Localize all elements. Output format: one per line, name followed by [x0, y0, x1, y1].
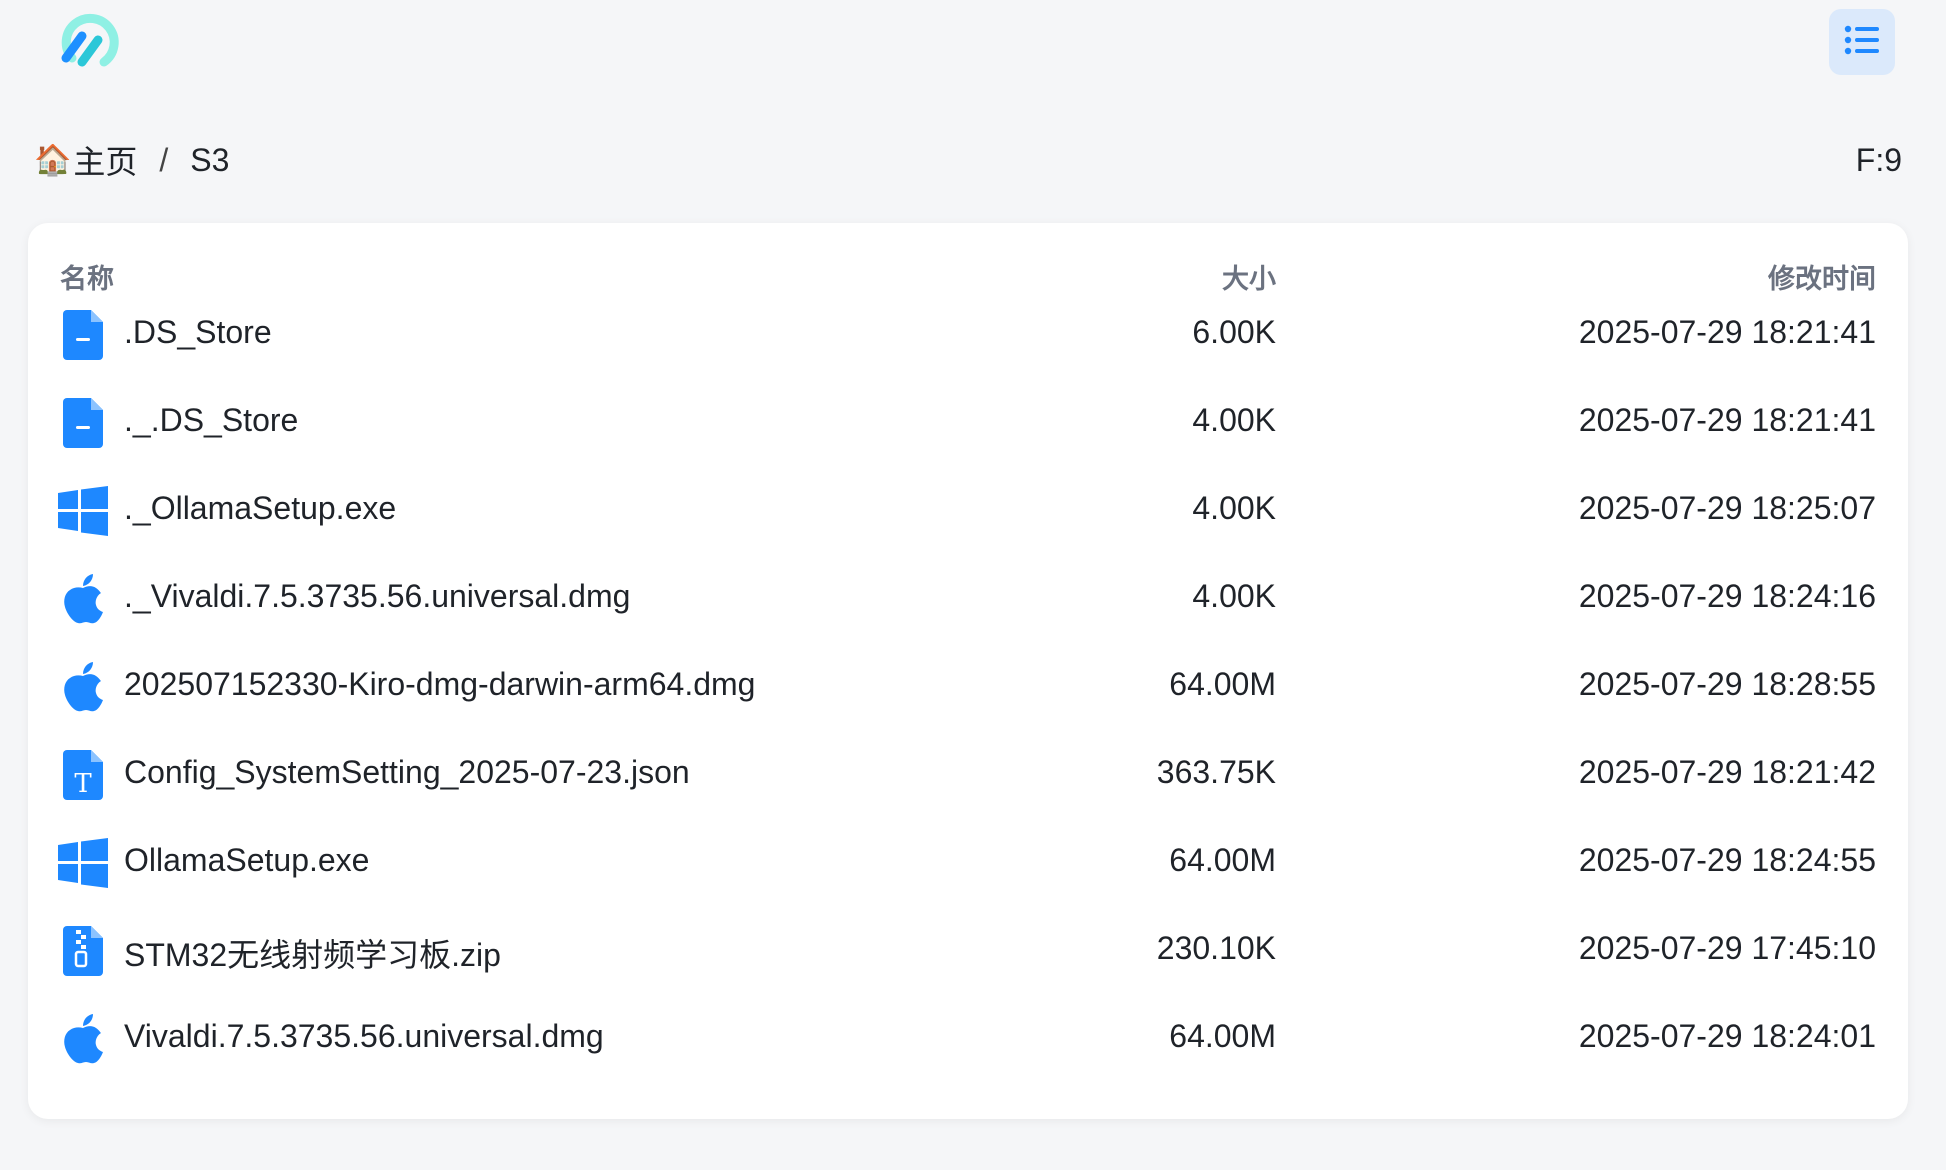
table-row[interactable]: OllamaSetup.exe 64.00M 2025-07-29 18:24:55 — [28, 820, 1908, 908]
text-file-icon: T — [58, 750, 108, 800]
list-view-button[interactable] — [1829, 9, 1895, 75]
home-icon[interactable]: 🏠 — [34, 143, 71, 178]
table-row[interactable]: Vivaldi.7.5.3735.56.universal.dmg 64.00M 2… — [28, 996, 1908, 1084]
apple-icon — [58, 574, 108, 624]
file-name[interactable]: ._.DS_Store — [124, 402, 298, 439]
windows-icon — [58, 838, 108, 888]
file-modified: 2025-07-29 18:24:55 — [1578, 842, 1876, 878]
breadcrumb-home[interactable]: 主页 — [73, 137, 137, 183]
apple-icon — [58, 662, 108, 712]
table-row[interactable]: ._.DS_Store 4.00K 2025-07-29 18:21:41 — [28, 380, 1908, 468]
breadcrumb-current[interactable]: S3 — [190, 142, 229, 179]
brand-logo-icon[interactable] — [52, 6, 124, 78]
zip-file-icon — [58, 926, 108, 976]
file-size: 6.00K — [1192, 314, 1276, 350]
file-name[interactable]: .DS_Store — [124, 314, 272, 351]
windows-icon — [58, 486, 108, 536]
file-size: 64.00M — [1169, 842, 1276, 878]
file-size: 4.00K — [1192, 402, 1276, 438]
file-modified: 2025-07-29 18:28:55 — [1578, 666, 1876, 702]
file-icon — [58, 310, 108, 360]
table-row[interactable]: STM32无线射频学习板.zip 230.10K 2025-07-29 17:45:… — [28, 908, 1908, 996]
file-name[interactable]: 202507152330-Kiro-dmg-darwin-arm64.dmg — [124, 666, 755, 703]
file-size: 230.10K — [1156, 930, 1276, 966]
column-header-name[interactable]: 名称 — [60, 257, 114, 296]
file-modified: 2025-07-29 17:45:10 — [1578, 930, 1876, 966]
file-name[interactable]: OllamaSetup.exe — [124, 842, 369, 879]
column-header-size[interactable]: 大小 — [1222, 257, 1276, 296]
breadcrumb: 🏠 主页 / S3 — [34, 138, 229, 182]
file-modified: 2025-07-29 18:21:42 — [1578, 754, 1876, 790]
file-modified: 2025-07-29 18:21:41 — [1578, 314, 1876, 350]
table-row[interactable]: .DS_Store 6.00K 2025-07-29 18:21:41 — [28, 292, 1908, 380]
table-row[interactable]: ._OllamaSetup.exe 4.00K 2025-07-29 18:25:0… — [28, 468, 1908, 556]
table-row[interactable]: ._Vivaldi.7.5.3735.56.universal.dmg 4.00K… — [28, 556, 1908, 644]
file-list-card: 名称 大小 修改时间 .DS_Store 6.00K 2025-07-29 18:2… — [28, 223, 1908, 1119]
file-name[interactable]: ._OllamaSetup.exe — [124, 490, 396, 527]
table-row[interactable]: T Config_SystemSetting_2025-07-23.json 363… — [28, 732, 1908, 820]
file-size: 363.75K — [1156, 754, 1276, 790]
file-size: 64.00M — [1169, 1018, 1276, 1054]
apple-icon — [58, 1014, 108, 1064]
file-modified: 2025-07-29 18:24:01 — [1578, 1018, 1876, 1054]
table-row[interactable]: 202507152330-Kiro-dmg-darwin-arm64.dmg 64… — [28, 644, 1908, 732]
file-modified: 2025-07-29 18:24:16 — [1578, 578, 1876, 614]
file-icon — [58, 398, 108, 448]
file-name[interactable]: Config_SystemSetting_2025-07-23.json — [124, 754, 690, 791]
file-name[interactable]: Vivaldi.7.5.3735.56.universal.dmg — [124, 1018, 604, 1055]
file-size: 64.00M — [1169, 666, 1276, 702]
file-count: F:9 — [1855, 142, 1902, 178]
file-size: 4.00K — [1192, 578, 1276, 614]
column-header-modified[interactable]: 修改时间 — [1768, 257, 1876, 296]
svg-text:T: T — [74, 769, 92, 799]
file-modified: 2025-07-29 18:25:07 — [1578, 490, 1876, 526]
breadcrumb-separator: / — [159, 141, 169, 178]
list-view-icon — [1844, 25, 1880, 60]
file-size: 4.00K — [1192, 490, 1276, 526]
file-name[interactable]: STM32无线射频学习板.zip — [124, 930, 501, 976]
file-name[interactable]: ._Vivaldi.7.5.3735.56.universal.dmg — [124, 578, 630, 615]
file-modified: 2025-07-29 18:21:41 — [1578, 402, 1876, 438]
